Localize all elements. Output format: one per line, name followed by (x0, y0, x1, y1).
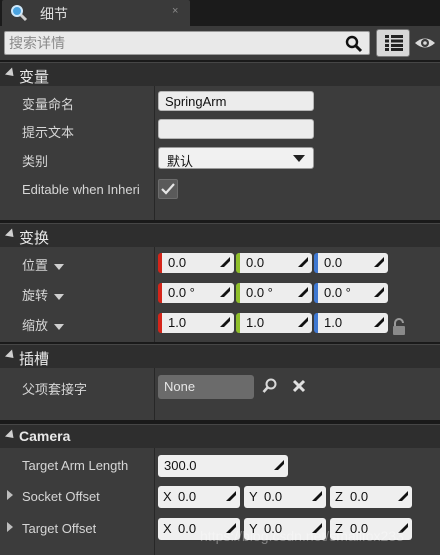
search-icon[interactable] (345, 35, 363, 53)
tab-close-button[interactable]: × (172, 5, 178, 17)
socket-panel: 父项套接字 None (0, 368, 440, 420)
location-y[interactable]: 0.0 (236, 253, 312, 273)
chevron-down-icon (293, 155, 305, 162)
collapse-arrow-icon (4, 349, 18, 362)
search-input[interactable] (9, 34, 339, 52)
title-bar: 细节 × (0, 0, 440, 26)
drag-handle-icon (398, 491, 408, 501)
socket-offset-z[interactable]: Z 0.0 (330, 486, 412, 508)
details-tab[interactable]: 细节 × (2, 0, 190, 26)
section-title: 插槽 (19, 351, 50, 368)
drag-handle-icon (220, 257, 230, 267)
clear-icon[interactable] (292, 379, 306, 393)
scale-y[interactable]: 1.0 (236, 313, 312, 333)
view-options-button[interactable] (376, 29, 410, 57)
editable-label: Editable when Inheri (22, 182, 140, 197)
chevron-down-icon (54, 323, 65, 330)
parent-socket-label: 父项套接字 (22, 382, 88, 397)
collapse-arrow-icon (4, 67, 18, 80)
section-header-camera[interactable]: Camera (0, 424, 440, 448)
variable-name-label: 变量命名 (22, 97, 75, 112)
scale-label[interactable]: 缩放 (22, 315, 65, 334)
eye-icon[interactable] (414, 34, 436, 52)
grid-icon (385, 35, 403, 51)
transform-panel: 位置 0.0 0.0 0.0 旋转 0.0 ° 0.0 ° 0.0 ° 缩放 1… (0, 247, 440, 342)
drag-handle-icon (374, 257, 384, 267)
scale-x[interactable]: 1.0 (158, 313, 234, 333)
section-title: 变量 (19, 69, 50, 86)
target-arm-length-input[interactable]: 300.0 (158, 455, 288, 477)
drag-handle-icon (274, 460, 284, 470)
drag-handle-icon (226, 491, 236, 501)
location-x[interactable]: 0.0 (158, 253, 234, 273)
checkmark-icon (161, 183, 175, 195)
expand-arrow-icon[interactable] (7, 490, 13, 500)
rotation-z[interactable]: 0.0 ° (314, 283, 388, 303)
tooltip-input[interactable] (158, 119, 314, 139)
rotation-x[interactable]: 0.0 ° (158, 283, 234, 303)
drag-handle-icon (298, 317, 308, 327)
details-search-icon (11, 5, 28, 22)
chevron-down-icon (54, 293, 65, 300)
tab-title: 细节 (40, 6, 68, 22)
section-title: Camera (19, 428, 71, 444)
drag-handle-icon (220, 317, 230, 327)
section-header-socket[interactable]: 插槽 (0, 344, 440, 368)
section-title: 变换 (19, 230, 50, 247)
location-label[interactable]: 位置 (22, 255, 65, 274)
scale-z[interactable]: 1.0 (314, 313, 388, 333)
drag-handle-icon (374, 287, 384, 297)
parent-socket-value[interactable]: None (158, 375, 254, 399)
search-field (4, 31, 370, 55)
category-dropdown[interactable]: 默认 (158, 147, 314, 169)
drag-handle-icon (298, 287, 308, 297)
location-z[interactable]: 0.0 (314, 253, 388, 273)
rotation-label[interactable]: 旋转 (22, 285, 65, 304)
target-offset-label: Target Offset (22, 521, 97, 536)
editable-checkbox[interactable] (158, 179, 178, 199)
collapse-arrow-icon (4, 228, 18, 241)
drag-handle-icon (220, 287, 230, 297)
variable-panel: 变量命名 SpringArm 提示文本 类别 默认 Editable when … (0, 86, 440, 220)
chevron-down-icon (54, 263, 65, 270)
search-bar (0, 26, 440, 60)
target-arm-length-label: Target Arm Length (22, 458, 129, 473)
column-divider (154, 86, 155, 220)
column-divider (154, 368, 155, 420)
drag-handle-icon (312, 491, 322, 501)
rotation-y[interactable]: 0.0 ° (236, 283, 312, 303)
column-divider (154, 247, 155, 342)
expand-arrow-icon[interactable] (7, 522, 13, 532)
tooltip-label: 提示文本 (22, 125, 75, 140)
socket-offset-x[interactable]: X 0.0 (158, 486, 240, 508)
browse-search-icon[interactable] (262, 378, 278, 394)
drag-handle-icon (374, 317, 384, 327)
category-value: 默认 (167, 154, 194, 169)
section-header-transform[interactable]: 变换 (0, 223, 440, 247)
unlock-icon[interactable] (392, 318, 406, 336)
watermark: https://blog.csdn.net/smallfox233 (200, 528, 404, 544)
socket-offset-y[interactable]: Y 0.0 (244, 486, 326, 508)
category-label: 类别 (22, 154, 49, 169)
drag-handle-icon (298, 257, 308, 267)
socket-offset-label: Socket Offset (22, 489, 100, 504)
section-header-variable[interactable]: 变量 (0, 62, 440, 86)
collapse-arrow-icon (4, 429, 18, 442)
variable-name-input[interactable]: SpringArm (158, 91, 314, 111)
column-divider (154, 448, 155, 555)
